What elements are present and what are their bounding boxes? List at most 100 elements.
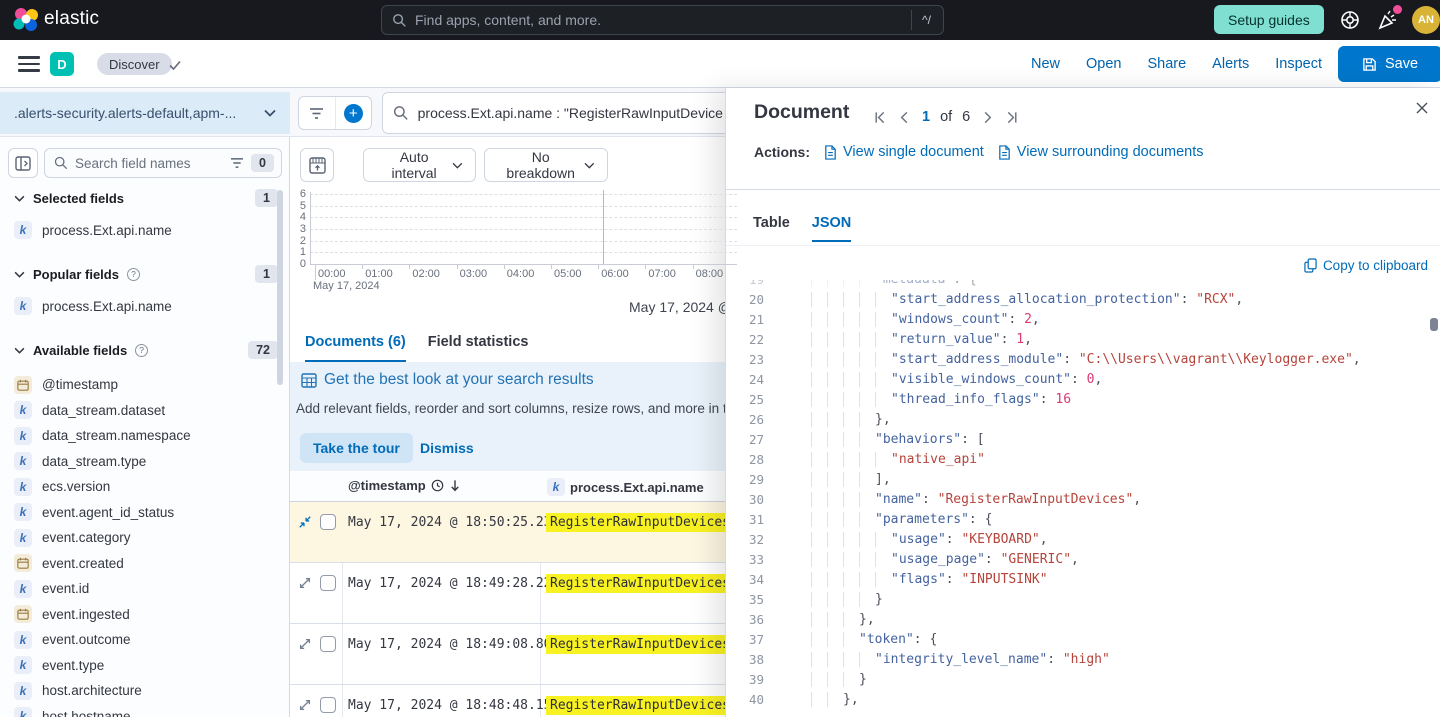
json-token: "GENERIC" [1001, 552, 1071, 567]
x-axis-tick-mark [645, 264, 646, 269]
json-token: "token" [859, 632, 914, 647]
expand-document-icon[interactable] [298, 576, 312, 590]
indent-guides [811, 492, 875, 507]
table-icon [301, 373, 317, 388]
news-icon[interactable] [1376, 8, 1400, 32]
collapse-sidebar-button[interactable] [8, 148, 38, 178]
json-token: : { [953, 280, 976, 287]
take-tour-button[interactable]: Take the tour [300, 433, 413, 463]
field-list-item[interactable]: @timestamp [0, 372, 290, 398]
nav-link-new[interactable]: New [1031, 56, 1060, 72]
keyword-field-icon: k [14, 631, 32, 649]
field-filter-icon[interactable] [230, 157, 244, 169]
close-icon[interactable] [1413, 99, 1431, 117]
field-list-item[interactable]: kevent.type [0, 653, 290, 679]
filter-icon[interactable] [299, 97, 335, 129]
field-list-item[interactable]: kevent.agent_id_status [0, 500, 290, 526]
field-list-item[interactable]: event.created [0, 551, 290, 577]
save-icon [1362, 57, 1377, 72]
field-list-item[interactable]: kprocess.Ext.api.name [0, 218, 290, 242]
field-list-item[interactable]: khost.architecture [0, 678, 290, 704]
breakdown-select[interactable]: No breakdown [484, 148, 608, 182]
view-surrounding-documents-link[interactable]: View surrounding documents [998, 144, 1204, 160]
table-row[interactable]: May 17, 2024 @ 18:49:28.223RegisterRawIn… [290, 563, 740, 624]
indent-guides [811, 532, 891, 547]
next-page-icon[interactable] [980, 110, 995, 125]
x-axis-tick-mark [504, 264, 505, 269]
user-avatar[interactable]: AN [1412, 6, 1440, 34]
row-checkbox[interactable] [320, 697, 336, 713]
table-row[interactable]: May 17, 2024 @ 18:49:08.809RegisterRawIn… [290, 624, 740, 685]
nav-link-inspect[interactable]: Inspect [1275, 56, 1322, 72]
line-content: "flags": "INPUTSINK" [782, 572, 1048, 587]
first-page-icon[interactable] [872, 110, 887, 125]
flyout-tab-table[interactable]: Table [753, 215, 790, 242]
chart-gridline [310, 252, 737, 253]
nav-link-share[interactable]: Share [1147, 56, 1186, 72]
discover-app-badge[interactable]: D [50, 52, 74, 76]
previous-page-icon[interactable] [897, 110, 912, 125]
help-icon[interactable] [1338, 8, 1362, 32]
breadcrumb[interactable]: Discover [97, 53, 172, 75]
field-list-item[interactable]: kprocess.Ext.api.name [0, 294, 290, 318]
timestamp-column-header[interactable]: @timestamp [348, 478, 461, 493]
field-name: process.Ext.api.name [42, 299, 172, 314]
field-list-item[interactable]: kevent.category [0, 525, 290, 551]
field-list-item[interactable]: event.ingested [0, 602, 290, 628]
field-list-item[interactable]: khost.hostname [0, 704, 290, 717]
expand-document-icon[interactable] [298, 637, 312, 651]
row-checkbox[interactable] [320, 636, 336, 652]
field-section-header[interactable]: Selected fields1 [0, 188, 290, 208]
setup-guides-button[interactable]: Setup guides [1214, 5, 1324, 34]
chart-options-button[interactable] [300, 148, 334, 182]
interval-select[interactable]: Auto interval [363, 148, 476, 182]
chart-gridline [310, 217, 737, 218]
add-filter-button[interactable]: + [335, 97, 372, 129]
flyout-scrollbar[interactable] [1430, 318, 1438, 331]
nav-link-open[interactable]: Open [1086, 56, 1121, 72]
flyout-tab-json[interactable]: JSON [812, 215, 852, 242]
field-search-input[interactable]: Search field names 0 [44, 148, 282, 178]
tab-documents-[interactable]: Documents (6) [305, 330, 406, 362]
sort-descending-icon[interactable] [449, 479, 461, 492]
row-checkbox[interactable] [320, 575, 336, 591]
field-list-item[interactable]: kecs.version [0, 474, 290, 500]
expand-document-icon[interactable] [298, 698, 312, 712]
copy-to-clipboard-button[interactable]: Copy to clipboard [1304, 258, 1428, 273]
json-token: "return_value" [891, 332, 1001, 347]
json-viewer[interactable]: 19"metadata": {20"start_address_allocati… [726, 280, 1440, 717]
check-icon [167, 57, 183, 73]
document-flyout: Document 1 of 6 Actions: View single doc… [725, 88, 1440, 717]
data-view-picker[interactable]: .alerts-security.alerts-default,apm-... [0, 92, 290, 134]
query-input[interactable]: process.Ext.api.name : "RegisterRawInput… [382, 92, 734, 134]
field-list-item[interactable]: kdata_stream.namespace [0, 423, 290, 449]
dismiss-button[interactable]: Dismiss [420, 440, 474, 456]
field-filter-count: 0 [251, 154, 274, 172]
field-section-header[interactable]: Popular fields?1 [0, 264, 290, 284]
y-axis-tick: 5 [292, 200, 306, 212]
field-list-item[interactable]: kdata_stream.type [0, 449, 290, 475]
tab-field-statistics[interactable]: Field statistics [428, 330, 529, 362]
field-list-item[interactable]: kevent.id [0, 576, 290, 602]
save-button[interactable]: Save [1338, 46, 1440, 82]
field-section-header[interactable]: Available fields?72 [0, 340, 290, 360]
nav-link-alerts[interactable]: Alerts [1212, 56, 1249, 72]
view-single-document-link[interactable]: View single document [824, 144, 984, 160]
field-column-header[interactable]: k process.Ext.api.name [547, 478, 704, 496]
sidebar-scrollbar[interactable] [277, 190, 283, 385]
x-axis-tick-mark [315, 264, 316, 280]
collapse-document-icon[interactable] [298, 515, 312, 529]
last-page-icon[interactable] [1005, 110, 1020, 125]
global-search-input[interactable]: Find apps, content, and more. ^/ [381, 5, 944, 35]
indent-guides [811, 612, 859, 627]
x-axis-tick: 08:00 [696, 268, 724, 280]
menu-icon[interactable] [18, 56, 40, 72]
json-token: : [946, 532, 962, 547]
callout-body: Add relevant fields, reorder and sort co… [296, 401, 775, 416]
x-axis-tick-mark [693, 264, 694, 269]
field-list-item[interactable]: kdata_stream.dataset [0, 398, 290, 424]
row-checkbox[interactable] [320, 514, 336, 530]
field-list-item[interactable]: kevent.outcome [0, 627, 290, 653]
table-row[interactable]: May 17, 2024 @ 18:50:25.237RegisterRawIn… [290, 502, 740, 563]
table-row[interactable]: May 17, 2024 @ 18:48:48.159RegisterRawIn… [290, 685, 740, 717]
